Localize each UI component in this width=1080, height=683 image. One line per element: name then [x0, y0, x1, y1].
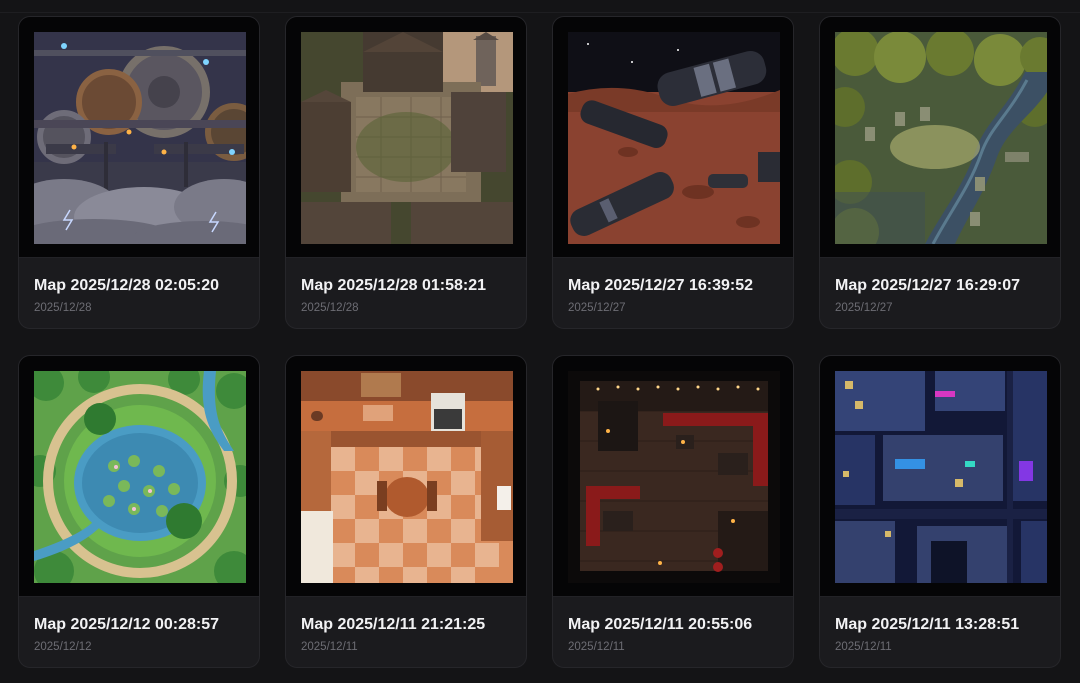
map-thumbnail[interactable]: [34, 32, 246, 244]
map-card[interactable]: Map 2025/12/27 16:39:52 2025/12/27: [552, 16, 794, 329]
thumbnail-frame: [820, 17, 1060, 258]
map-date: 2025/12/11: [301, 641, 358, 653]
map-date: 2025/12/27: [568, 302, 626, 314]
map-date: 2025/12/28: [34, 302, 92, 314]
map-card[interactable]: Map 2025/12/27 16:29:07 2025/12/27: [819, 16, 1061, 329]
map-card[interactable]: Map 2025/12/11 20:55:06 2025/12/11: [552, 355, 794, 668]
map-title: Map 2025/12/11 13:28:51: [835, 616, 1020, 633]
map-title: Map 2025/12/27 16:29:07: [835, 277, 1021, 294]
map-date: 2025/12/27: [835, 302, 893, 314]
map-card[interactable]: Map 2025/12/28 02:05:20 2025/12/28: [18, 16, 260, 329]
map-thumbnail[interactable]: [34, 371, 246, 583]
header-divider: [0, 12, 1080, 13]
map-thumbnail[interactable]: [301, 371, 513, 583]
map-title: Map 2025/12/28 01:58:21: [301, 277, 487, 294]
thumbnail-frame: [553, 356, 793, 597]
map-date: 2025/12/28: [301, 302, 359, 314]
map-thumbnail[interactable]: [835, 371, 1047, 583]
map-thumbnail[interactable]: [301, 32, 513, 244]
map-title: Map 2025/12/11 21:21:25: [301, 616, 486, 633]
map-card[interactable]: Map 2025/12/11 21:21:25 2025/12/11: [285, 355, 527, 668]
thumbnail-frame: [19, 356, 259, 597]
map-thumbnail[interactable]: [835, 32, 1047, 244]
thumbnail-frame: [286, 17, 526, 258]
map-title: Map 2025/12/11 20:55:06: [568, 616, 753, 633]
map-thumbnail[interactable]: [568, 371, 780, 583]
map-card[interactable]: Map 2025/12/28 01:58:21 2025/12/28: [285, 16, 527, 329]
map-thumbnail[interactable]: [568, 32, 780, 244]
thumbnail-frame: [19, 17, 259, 258]
map-title: Map 2025/12/28 02:05:20: [34, 277, 220, 294]
map-date: 2025/12/12: [34, 641, 92, 653]
map-date: 2025/12/11: [835, 641, 892, 653]
map-card[interactable]: Map 2025/12/12 00:28:57 2025/12/12: [18, 355, 260, 668]
map-card[interactable]: Map 2025/12/11 13:28:51 2025/12/11: [819, 355, 1061, 668]
thumbnail-frame: [553, 17, 793, 258]
map-date: 2025/12/11: [568, 641, 625, 653]
thumbnail-frame: [820, 356, 1060, 597]
map-title: Map 2025/12/27 16:39:52: [568, 277, 754, 294]
thumbnail-frame: [286, 356, 526, 597]
map-title: Map 2025/12/12 00:28:57: [34, 616, 220, 633]
